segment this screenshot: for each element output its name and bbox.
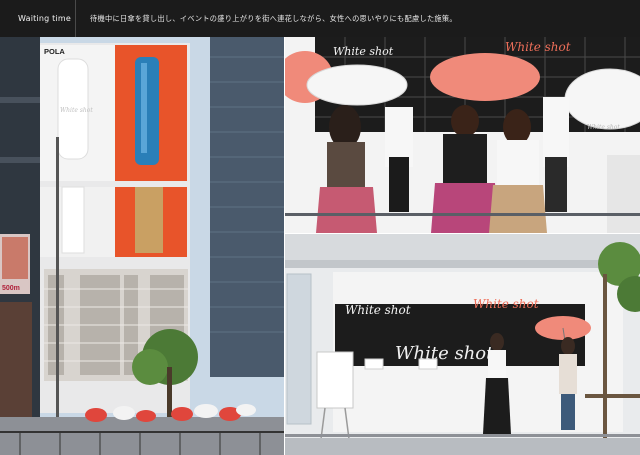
parasol-queue-photo: White shot White shot White shot [285, 37, 640, 233]
street-billboard-photo: 500m POLA White shot [0, 37, 284, 455]
umbrella-script: White shot [587, 124, 620, 131]
billboard-brand: POLA [44, 47, 65, 56]
board-script: White shot [395, 343, 494, 364]
side-sign-text: 500m [2, 285, 20, 292]
booth-script-left: White shot [345, 303, 411, 317]
booth-exterior-photo: White shot White shot White shot [285, 234, 640, 455]
tube-script: White shot [60, 107, 93, 114]
sign-script-right: White shot [505, 40, 571, 54]
header-bar: Waiting time 待機中に日傘を貸し出し、イベントの盛り上がりを街へ連花… [0, 0, 640, 37]
header-caption: 待機中に日傘を貸し出し、イベントの盛り上がりを街へ連花しながら、女性への思いやり… [90, 13, 457, 23]
page-title: Waiting time [0, 0, 76, 37]
booth-script-right: White shot [473, 297, 539, 311]
sign-script-left: White shot [333, 45, 394, 58]
